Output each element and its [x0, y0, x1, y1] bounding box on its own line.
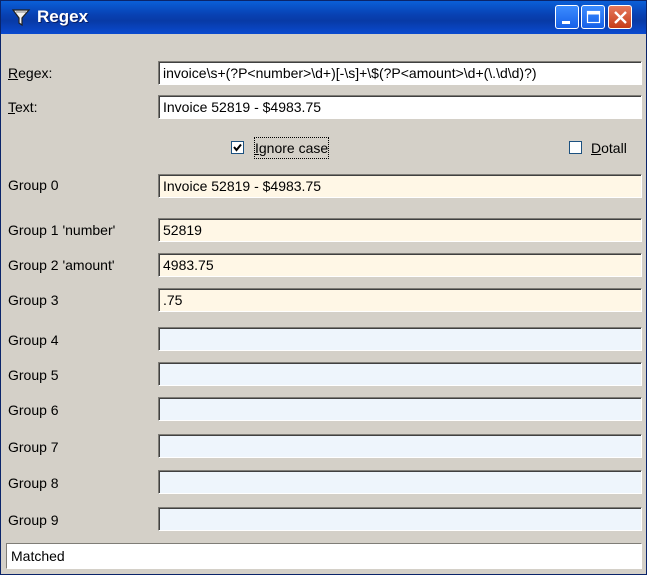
regex-input[interactable]: invoice\s+(?P<number>\d+)[-\s]+\$(?P<amo…	[158, 61, 642, 85]
title-bar[interactable]: Regex	[1, 1, 646, 34]
regex-label: Regex:	[8, 65, 53, 81]
group-1-label: Group 1 'number'	[8, 222, 116, 238]
close-button[interactable]	[608, 5, 632, 29]
group-6-label: Group 6	[8, 402, 59, 418]
group-0-field[interactable]: Invoice 52819 - $4983.75	[158, 174, 642, 198]
group-6-field[interactable]	[158, 397, 642, 421]
group-9-field[interactable]	[158, 507, 642, 531]
ignore-case-box[interactable]	[231, 141, 244, 154]
minimize-icon	[562, 21, 570, 24]
dialog-body: Regex: invoice\s+(?P<number>\d+)[-\s]+\$…	[1, 34, 646, 574]
regex-window: Regex Regex: invoice\s+(?P<number>\d+)[-…	[0, 0, 647, 575]
text-label: Text:	[8, 99, 38, 115]
group-0-label: Group 0	[8, 177, 59, 193]
text-input[interactable]: Invoice 52819 - $4983.75	[158, 95, 642, 119]
status-bar: Matched	[6, 543, 642, 569]
group-2-field[interactable]: 4983.75	[158, 253, 642, 277]
dotall-box[interactable]	[569, 141, 582, 154]
group-8-field[interactable]	[158, 470, 642, 494]
group-2-label: Group 2 'amount'	[8, 257, 115, 273]
group-5-field[interactable]	[158, 362, 642, 386]
window-title: Regex	[37, 7, 89, 26]
group-8-label: Group 8	[8, 475, 59, 491]
checkmark-icon	[233, 143, 242, 152]
group-3-label: Group 3	[8, 292, 59, 308]
ignore-case-checkbox[interactable]: Ignore case	[231, 137, 371, 160]
maximize-icon	[586, 10, 601, 24]
ignore-case-label: Ignore case	[253, 137, 330, 159]
group-5-label: Group 5	[8, 367, 59, 383]
minimize-button[interactable]	[555, 5, 579, 29]
dotall-checkbox[interactable]: Dotall	[569, 138, 644, 160]
group-3-field[interactable]: .75	[158, 288, 642, 312]
close-icon	[614, 11, 627, 24]
group-4-field[interactable]	[158, 327, 642, 351]
group-1-field[interactable]: 52819	[158, 218, 642, 242]
group-4-label: Group 4	[8, 332, 59, 348]
maximize-button[interactable]	[581, 5, 605, 29]
group-7-label: Group 7	[8, 439, 59, 455]
dotall-label: Dotall	[591, 140, 627, 156]
group-7-field[interactable]	[158, 434, 642, 458]
funnel-icon	[11, 8, 31, 28]
group-9-label: Group 9	[8, 512, 59, 528]
